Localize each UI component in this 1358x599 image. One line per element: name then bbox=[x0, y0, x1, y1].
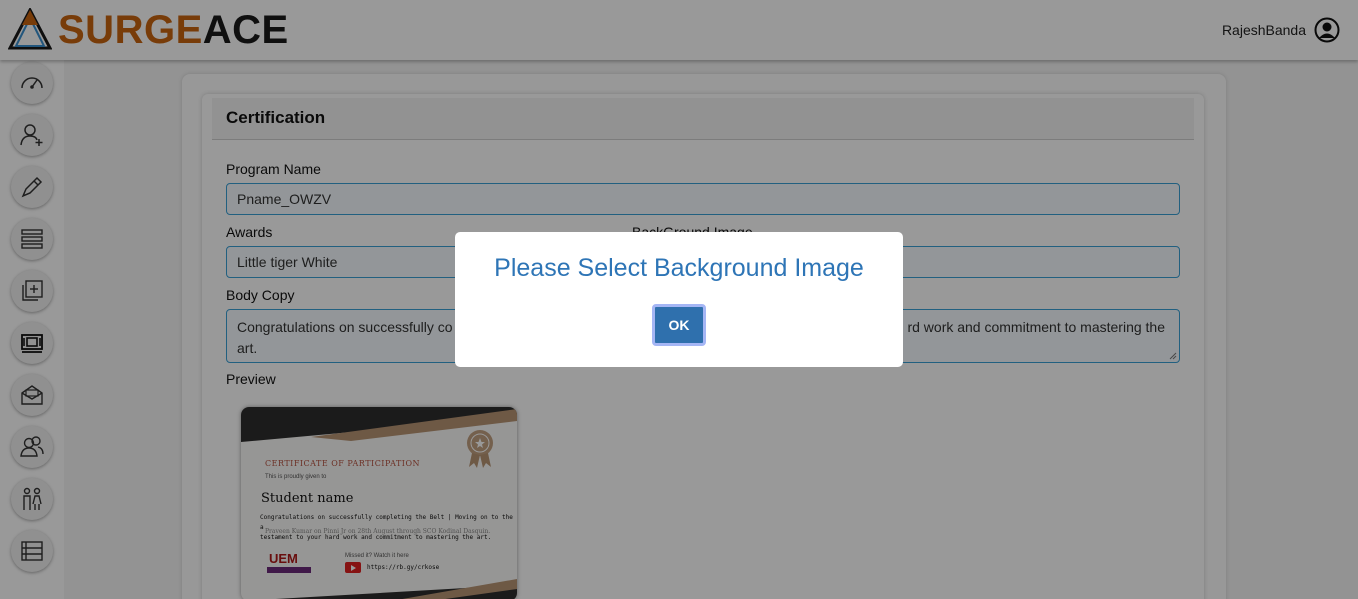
dialog-message: Please Select Background Image bbox=[494, 254, 864, 282]
alert-dialog: Please Select Background Image OK bbox=[455, 232, 903, 367]
ok-button[interactable]: OK bbox=[652, 304, 706, 346]
